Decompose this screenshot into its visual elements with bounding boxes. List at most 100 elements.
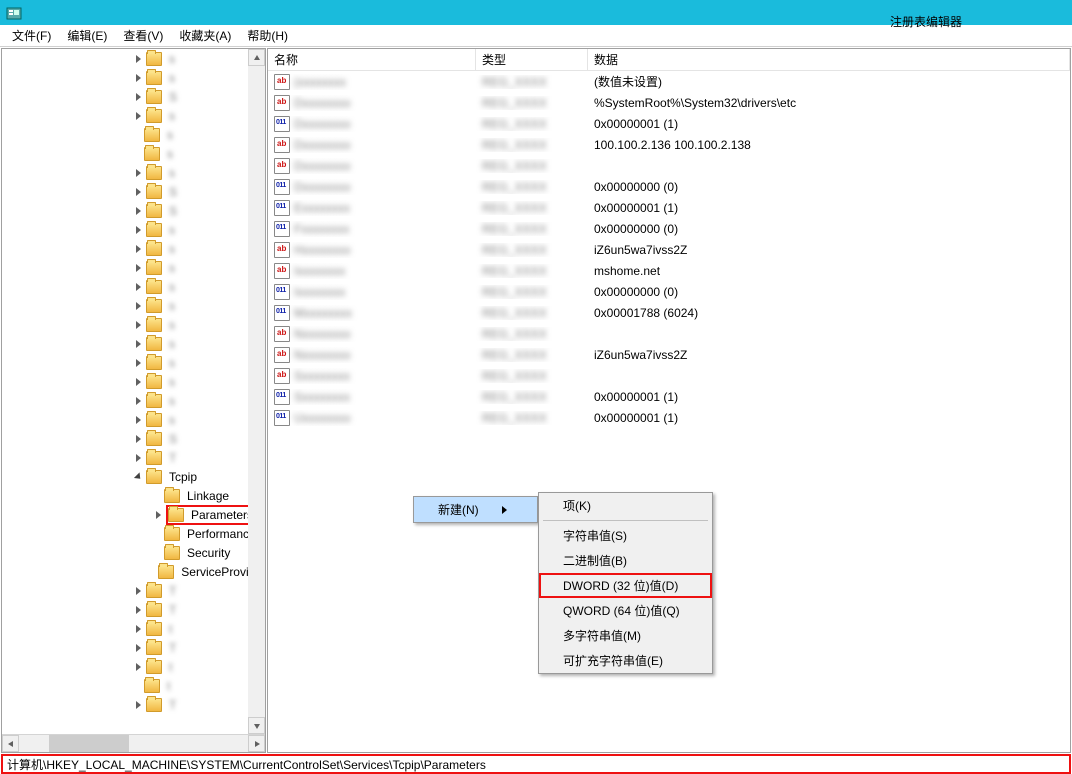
context-menu-new-qword[interactable]: QWORD (64 位)值(Q) (539, 598, 712, 623)
list-row[interactable]: IxxxxxxxxREG_XXXX0x00000000 (0) (268, 281, 1070, 302)
tree-item[interactable]: s (2, 315, 265, 334)
expand-icon[interactable] (132, 338, 144, 350)
tree-item[interactable]: s (2, 220, 265, 239)
scroll-left-button[interactable] (2, 735, 19, 752)
context-menu-new-multistring[interactable]: 多字符串值(M) (539, 623, 712, 648)
tree-item[interactable]: s (2, 239, 265, 258)
expand-icon[interactable] (132, 167, 144, 179)
context-menu-new-string[interactable]: 字符串值(S) (539, 523, 712, 548)
list-row[interactable]: SxxxxxxxxREG_XXXX (268, 365, 1070, 386)
expand-icon[interactable] (132, 110, 144, 122)
list-row[interactable]: ExxxxxxxxREG_XXXX0x00000001 (1) (268, 197, 1070, 218)
tree-item[interactable]: s (2, 125, 265, 144)
expand-icon[interactable] (132, 642, 144, 654)
expand-icon[interactable] (132, 623, 144, 635)
context-menu-new-key[interactable]: 项(K) (539, 493, 712, 518)
tree-item[interactable]: s (2, 68, 265, 87)
expand-icon[interactable] (132, 300, 144, 312)
expand-icon[interactable] (132, 376, 144, 388)
tree-item[interactable]: S (2, 182, 265, 201)
expand-icon[interactable] (132, 357, 144, 369)
tree-item[interactable]: S (2, 429, 265, 448)
list-row[interactable]: DxxxxxxxxREG_XXXX (268, 155, 1070, 176)
scroll-thumb[interactable] (49, 735, 129, 752)
tree-item[interactable]: t (2, 619, 265, 638)
expand-icon[interactable] (132, 433, 144, 445)
tree-item[interactable]: T (2, 695, 265, 714)
collapse-icon[interactable] (132, 471, 144, 483)
menu-view[interactable]: 查看(V) (115, 25, 171, 46)
column-header-name[interactable]: 名称 (268, 49, 476, 70)
tree-item[interactable]: t (2, 676, 265, 695)
expand-icon[interactable] (132, 53, 144, 65)
tree-item[interactable]: s (2, 334, 265, 353)
menu-file[interactable]: 文件(F) (4, 25, 59, 46)
expand-icon[interactable] (132, 281, 144, 293)
tree-item[interactable]: s (2, 258, 265, 277)
expand-icon[interactable] (132, 186, 144, 198)
tree-item[interactable]: s (2, 410, 265, 429)
expand-icon[interactable] (132, 452, 144, 464)
tree-vertical-scrollbar[interactable] (248, 49, 265, 734)
context-menu-new-dword[interactable]: DWORD (32 位)值(D) (539, 573, 712, 598)
scroll-right-button[interactable] (248, 735, 265, 752)
tree-item[interactable]: S (2, 201, 265, 220)
tree-item[interactable]: Performance (2, 524, 265, 543)
tree-item[interactable]: s (2, 163, 265, 182)
tree-item[interactable]: T (2, 448, 265, 467)
tree-item[interactable]: s (2, 144, 265, 163)
tree-item[interactable]: s (2, 296, 265, 315)
list-row[interactable]: NxxxxxxxxREG_XXXXiZ6un5wa7ivss2Z (268, 344, 1070, 365)
scroll-up-button[interactable] (248, 49, 265, 66)
expand-icon[interactable] (132, 319, 144, 331)
list-row[interactable]: DxxxxxxxxREG_XXXX0x00000000 (0) (268, 176, 1070, 197)
tree-item[interactable]: ServiceProvide (2, 562, 265, 581)
tree-item[interactable]: s (2, 353, 265, 372)
expand-icon[interactable] (152, 509, 164, 521)
expand-icon[interactable] (132, 414, 144, 426)
list-row[interactable]: DxxxxxxxxREG_XXXX%SystemRoot%\System32\d… (268, 92, 1070, 113)
context-menu-new-binary[interactable]: 二进制值(B) (539, 548, 712, 573)
menu-help[interactable]: 帮助(H) (239, 25, 296, 46)
tree-item[interactable]: s (2, 106, 265, 125)
tree-item[interactable]: Parameters (2, 505, 265, 524)
expand-icon[interactable] (132, 699, 144, 711)
tree-item[interactable]: T (2, 638, 265, 657)
tree-item[interactable]: T (2, 600, 265, 619)
expand-icon[interactable] (132, 205, 144, 217)
context-menu-new-expandstring[interactable]: 可扩充字符串值(E) (539, 648, 712, 673)
context-menu-new[interactable]: 新建(N) (414, 497, 537, 522)
column-header-data[interactable]: 数据 (588, 49, 1070, 70)
list-row[interactable]: SxxxxxxxxREG_XXXX0x00000001 (1) (268, 386, 1070, 407)
expand-icon[interactable] (132, 262, 144, 274)
list-row[interactable]: DxxxxxxxxREG_XXXX0x00000001 (1) (268, 113, 1070, 134)
column-header-type[interactable]: 类型 (476, 49, 588, 70)
list-row[interactable]: MxxxxxxxxREG_XXXX0x00001788 (6024) (268, 302, 1070, 323)
list-row[interactable]: HxxxxxxxxREG_XXXXiZ6un5wa7ivss2Z (268, 239, 1070, 260)
tree-item[interactable]: s (2, 49, 265, 68)
expand-icon[interactable] (132, 604, 144, 616)
list-row[interactable]: DxxxxxxxxREG_XXXX100.100.2.136 100.100.2… (268, 134, 1070, 155)
list-row[interactable]: NxxxxxxxxREG_XXXX (268, 323, 1070, 344)
tree-item[interactable]: s (2, 391, 265, 410)
expand-icon[interactable] (132, 585, 144, 597)
tree-item[interactable]: S (2, 87, 265, 106)
expand-icon[interactable] (132, 72, 144, 84)
tree-item[interactable]: Tcpip (2, 467, 265, 486)
expand-icon[interactable] (132, 91, 144, 103)
list-row[interactable]: (xxxxxxxxREG_XXXX(数值未设置) (268, 71, 1070, 92)
tree-item[interactable]: Linkage (2, 486, 265, 505)
expand-icon[interactable] (132, 243, 144, 255)
menu-edit[interactable]: 编辑(E) (59, 25, 115, 46)
expand-icon[interactable] (132, 224, 144, 236)
tree-horizontal-scrollbar[interactable] (2, 734, 265, 752)
tree-item[interactable]: T (2, 581, 265, 600)
scroll-down-button[interactable] (248, 717, 265, 734)
list-row[interactable]: IxxxxxxxxREG_XXXXmshome.net (268, 260, 1070, 281)
tree-item[interactable]: s (2, 277, 265, 296)
tree-item[interactable]: s (2, 372, 265, 391)
list-row[interactable]: UxxxxxxxxREG_XXXX0x00000001 (1) (268, 407, 1070, 428)
tree-item[interactable]: Security (2, 543, 265, 562)
tree-item[interactable]: t (2, 657, 265, 676)
list-row[interactable]: FxxxxxxxxREG_XXXX0x00000000 (0) (268, 218, 1070, 239)
